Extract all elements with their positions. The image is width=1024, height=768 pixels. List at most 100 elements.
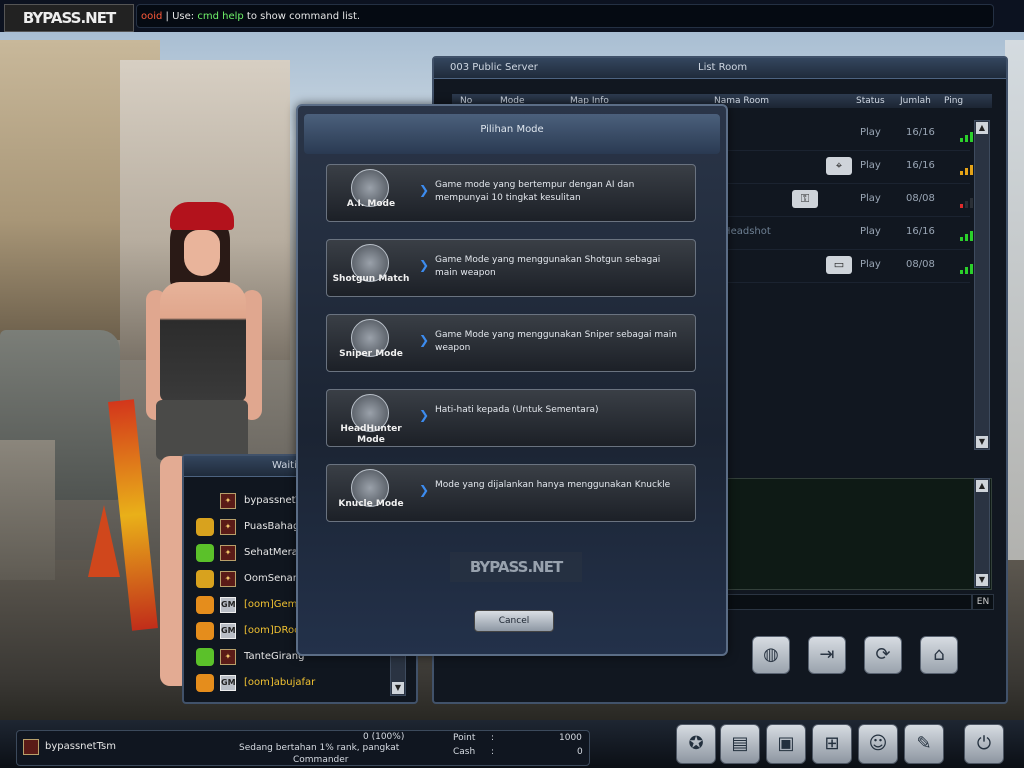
watermark-logo: BYPASS.NET [450, 552, 582, 582]
col-count[interactable]: Jumlah [900, 94, 931, 108]
ping-bar [970, 165, 973, 175]
cmd-prefix: ooid [141, 11, 163, 22]
dialog-title: Pilihan Mode [304, 114, 720, 154]
mode-label: HeadHunter Mode [340, 424, 402, 445]
cart-icon: ⊞ [824, 733, 840, 754]
user-info-box: bypassnetTsm 0 (100%) Sedang bertahan 1%… [16, 730, 590, 766]
globe-button[interactable]: ◍ [752, 636, 790, 674]
bag-icon: ▣ [777, 733, 795, 754]
rank-icon: ✦ [220, 545, 236, 561]
room-list-title: List Room [698, 62, 748, 73]
exit-room-button[interactable]: ⇥ [808, 636, 846, 674]
user-name: TanteGirang [244, 651, 305, 662]
clan-badge-icon [196, 674, 214, 692]
mode-option[interactable]: Sniper Mode ❯ Game Mode yang menggunakan S… [326, 314, 696, 372]
cash-value: 0 [577, 747, 583, 757]
chat-scroll-down-icon[interactable]: ▼ [976, 574, 988, 586]
room-status: Play [860, 226, 881, 237]
globe-icon: ◍ [763, 644, 779, 665]
ping-bar [960, 204, 963, 208]
options-button[interactable]: ✎ [904, 724, 944, 764]
room-status: Play [860, 259, 881, 270]
gm-rank-icon: GM [220, 597, 236, 613]
community-button[interactable]: ☺ [858, 724, 898, 764]
username: bypassnetTsm [45, 741, 116, 752]
bg-concrete-block [0, 440, 55, 580]
clan-badge-icon [196, 570, 214, 588]
bottom-bar: bypassnetTsm 0 (100%) Sedang bertahan 1%… [0, 720, 1024, 768]
chat-scrollbar[interactable]: ▲ ▼ [974, 478, 990, 588]
cancel-button[interactable]: Cancel [474, 610, 554, 632]
cmd-sep: | Use: [162, 11, 198, 22]
arrow-right-icon: ❯ [419, 333, 430, 347]
mode-option[interactable]: Shotgun Match ❯ Game Mode yang menggunakan… [326, 239, 696, 297]
point-value: 1000 [559, 733, 582, 743]
room-player-count: 16/16 [906, 160, 935, 171]
clan-badge-icon [196, 518, 214, 536]
chat-icon: ▭ [826, 256, 852, 274]
shop-button[interactable]: ⊞ [812, 724, 852, 764]
ping-bar [965, 201, 968, 208]
crosshair-icon: ⌖ [826, 157, 852, 175]
ping-bar [965, 135, 968, 142]
refresh-button[interactable]: ⟳ [864, 636, 902, 674]
language-indicator[interactable]: EN [972, 594, 994, 610]
exit-button[interactable]: ⏻ [964, 724, 1004, 764]
clan-badge-icon [196, 622, 214, 640]
arrow-right-icon: ❯ [419, 183, 430, 197]
mode-description: Game mode yang bertempur dengan AI dan m… [435, 180, 635, 203]
scroll-up-icon[interactable]: ▲ [976, 122, 988, 134]
arrow-right-icon: ❯ [419, 258, 430, 272]
server-name: 003 Public Server [450, 62, 538, 73]
cmd-suffix: to show command list. [243, 11, 361, 22]
gm-rank-icon: GM [220, 623, 236, 639]
mission-button[interactable]: ▤ [720, 724, 760, 764]
mode-option[interactable]: Knucle Mode ❯ Mode yang dijalankan hanya m… [326, 464, 696, 522]
mode-label: Shotgun Match [332, 274, 410, 284]
ping-bar [970, 264, 973, 274]
room-status: Play [860, 193, 881, 204]
emblem-icon: ✪ [688, 733, 704, 754]
room-player-count: 16/16 [906, 226, 935, 237]
ping-bar [960, 138, 963, 142]
character-hat [170, 202, 234, 230]
user-icon: ☺ [868, 733, 888, 754]
lock-icon: ⚿ [792, 190, 818, 208]
power-icon: ⏻ [976, 733, 992, 754]
room-list-scrollbar[interactable]: ▲ ▼ [974, 120, 990, 450]
character-shorts [156, 400, 248, 460]
arrow-right-icon: ❯ [419, 483, 430, 497]
mode-option[interactable]: HeadHunter Mode ❯ Hati-hati kepada (Untuk … [326, 389, 696, 447]
room-player-count: 08/08 [906, 259, 935, 270]
clan-badge-icon [196, 596, 214, 614]
wrench-icon: ✎ [916, 733, 932, 754]
point-colon: : [491, 733, 495, 743]
door-icon: ⇥ [819, 644, 835, 665]
mode-option[interactable]: A.I. Mode ❯ Game mode yang bertempur denga… [326, 164, 696, 222]
rank-icon: ✦ [220, 571, 236, 587]
top-bar: BYPASS.NET ooid | Use: cmd help to show … [0, 0, 1024, 32]
rank-icon: ✦ [220, 649, 236, 665]
cash-colon: : [491, 747, 495, 757]
mode-description: Game Mode yang menggunakan Shotgun sebag… [435, 255, 661, 278]
clan-button[interactable]: ✪ [676, 724, 716, 764]
col-status[interactable]: Status [856, 94, 885, 108]
clan-badge-icon [196, 544, 214, 562]
user-name: [oom]abujafar [244, 677, 316, 688]
refresh-icon: ⟳ [875, 644, 891, 665]
command-line[interactable]: ooid | Use: cmd help to show command lis… [136, 4, 994, 28]
mode-description: Hati-hati kepada (Untuk Sementara) [435, 405, 599, 415]
rank-title: Commander [293, 755, 349, 765]
waiting-scroll-down-icon[interactable]: ▼ [392, 682, 404, 694]
mode-select-dialog: Pilihan Mode A.I. Mode ❯ Game mode yang be… [296, 104, 728, 656]
waiting-user[interactable]: GM [oom]abujafar [192, 670, 388, 696]
cmd-keyword: cmd help [197, 11, 244, 22]
scroll-down-icon[interactable]: ▼ [976, 436, 988, 448]
room-list-header: 003 Public Server List Room [434, 58, 1006, 79]
home-button[interactable]: ⌂ [920, 636, 958, 674]
chat-scroll-up-icon[interactable]: ▲ [976, 480, 988, 492]
point-label: Point [453, 733, 476, 743]
col-ping[interactable]: Ping [944, 94, 963, 108]
gm-rank-icon: GM [220, 675, 236, 691]
inventory-button[interactable]: ▣ [766, 724, 806, 764]
